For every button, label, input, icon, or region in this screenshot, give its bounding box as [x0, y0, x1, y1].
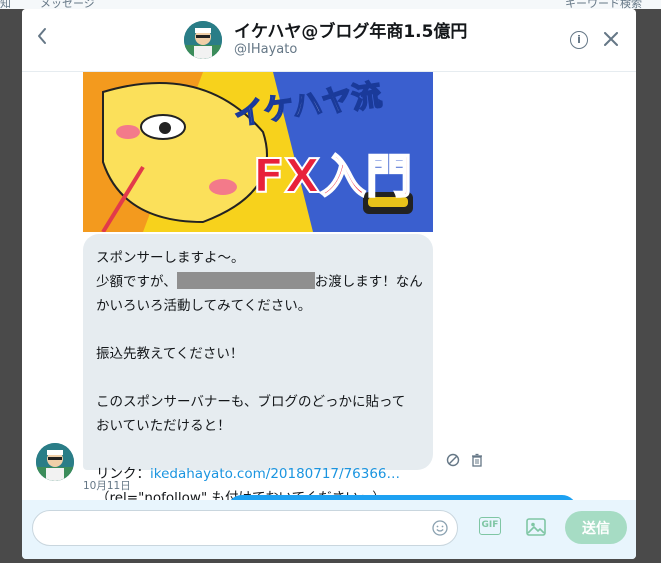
message-text: お渡します！なん — [314, 274, 423, 290]
message-line: スポンサーしますよ〜。 — [96, 250, 245, 266]
bg-messages-tab: メッセージ — [40, 0, 95, 9]
info-icon: i — [577, 33, 581, 46]
report-icon[interactable] — [446, 453, 460, 467]
message-blank-line — [96, 318, 420, 342]
message-blank-line — [96, 438, 420, 462]
close-icon — [604, 32, 618, 46]
message-line: 少額ですが、 お渡します！なん — [96, 270, 423, 294]
bg-nav-fragment: 知 — [0, 0, 11, 9]
sponsor-banner-image[interactable]: イケハヤ流 FX入門 — [83, 72, 433, 232]
conversation-handle[interactable]: @IHayato — [234, 42, 297, 57]
message-input[interactable] — [32, 510, 458, 546]
bg-search-fragment: キーワード検索 — [565, 0, 642, 9]
message-line: おいていただけると！ — [96, 418, 231, 434]
send-button[interactable]: 送信 — [565, 511, 627, 544]
message-composer: GIF 送信 — [22, 500, 636, 559]
background-page-strip: 知 メッセージ キーワード検索 — [0, 0, 661, 9]
redacted-amount — [176, 272, 315, 289]
info-button[interactable]: i — [570, 31, 588, 49]
avatar-image — [36, 443, 74, 481]
message-line: リンク：ikedahayato.com/20180717/76366… — [96, 462, 420, 486]
conversation-header: イケハヤ@ブログ年商1.5億円 @IHayato i — [22, 9, 636, 72]
gif-button[interactable]: GIF — [479, 517, 501, 535]
message-line: 振込先教えてください！ — [96, 346, 244, 362]
message-link[interactable]: ikedahayato.com/20180717/76366… — [150, 466, 400, 482]
message-timestamp: 10月11日 — [83, 480, 131, 492]
chevron-left-icon — [38, 28, 46, 44]
emoji-icon[interactable] — [432, 520, 448, 536]
message-line: かいろいろ活動してみてください。 — [96, 298, 312, 314]
header-avatar[interactable] — [184, 21, 222, 59]
message-blank-line — [96, 366, 420, 390]
received-message-bubble[interactable]: スポンサーしますよ〜。 少額ですが、 お渡します！なん かいろいろ活動してみてくだ… — [83, 234, 433, 500]
message-text: 少額ですが、 — [96, 274, 177, 290]
close-button[interactable] — [604, 27, 618, 51]
trash-icon[interactable] — [470, 453, 484, 467]
message-line: このスポンサーバナーも、ブログのどっかに貼って — [96, 394, 406, 410]
message-thread[interactable]: イケハヤ流 FX入門 スポンサーしますよ〜。 少額ですが、 お渡します！なん かい… — [22, 72, 636, 500]
banner-title-main: FX入門 — [252, 148, 413, 204]
gif-icon: GIF — [481, 520, 499, 530]
back-button[interactable] — [36, 27, 56, 51]
avatar-image — [184, 21, 222, 59]
image-icon[interactable] — [525, 516, 547, 538]
conversation-display-name[interactable]: イケハヤ@ブログ年商1.5億円 — [234, 17, 467, 42]
dm-conversation-modal: イケハヤ@ブログ年商1.5億円 @IHayato i イケハヤ流 FX入門 スポ… — [22, 9, 636, 559]
sender-avatar[interactable] — [36, 443, 74, 481]
